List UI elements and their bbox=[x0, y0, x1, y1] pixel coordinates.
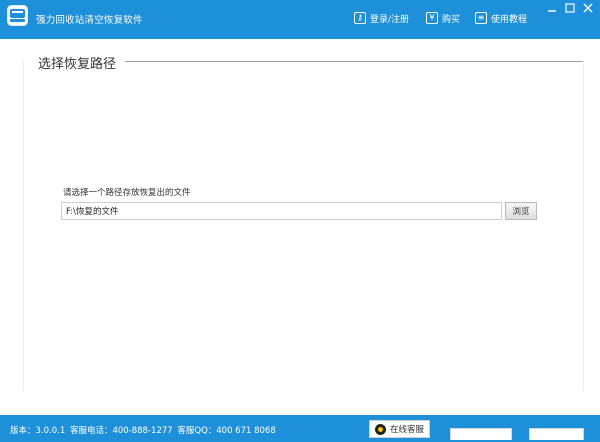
maximize-icon bbox=[565, 3, 575, 13]
tutorial-link[interactable]: ≡ 使用教程 bbox=[475, 11, 527, 25]
title-bar: 强力回收站清空恢复软件 ⚷ 登录/注册 ¥ 购买 ≡ 使用教程 bbox=[0, 0, 600, 39]
online-service-button[interactable]: 在线客服 bbox=[369, 420, 430, 438]
minimize-button[interactable] bbox=[545, 1, 559, 15]
section-title: 选择恢复路径 bbox=[38, 57, 117, 72]
path-label: 请选择一个路径存放恢复出的文件 bbox=[63, 188, 191, 198]
online-service-label: 在线客服 bbox=[389, 425, 424, 435]
buy-link[interactable]: ¥ 购买 bbox=[426, 11, 460, 25]
panel-left-border bbox=[23, 61, 24, 391]
qq-penguin-icon bbox=[374, 423, 386, 435]
app-logo-icon bbox=[7, 5, 28, 26]
yen-icon: ¥ bbox=[426, 12, 438, 24]
recovery-path-input[interactable] bbox=[61, 202, 502, 220]
buy-label: 购买 bbox=[442, 14, 461, 25]
footer-button-placeholder[interactable] bbox=[529, 428, 584, 440]
app-title: 强力回收站清空恢复软件 bbox=[36, 15, 143, 26]
section-divider bbox=[125, 61, 583, 62]
footer-button-placeholder[interactable] bbox=[450, 428, 512, 440]
qq-text: 客服QQ：400 671 8068 bbox=[177, 426, 276, 436]
panel-right-border bbox=[583, 61, 584, 391]
phone-text: 客服电话：400-888-1277 bbox=[69, 426, 173, 436]
close-button[interactable] bbox=[581, 1, 595, 15]
browse-button[interactable]: 浏览 bbox=[505, 202, 537, 220]
document-icon: ≡ bbox=[475, 12, 487, 24]
minimize-icon bbox=[548, 10, 556, 12]
close-icon bbox=[583, 3, 593, 13]
footer-info: 版本：3.0.0.1 客服电话：400-888-1277 客服QQ：400 67… bbox=[10, 424, 278, 436]
tutorial-label: 使用教程 bbox=[491, 14, 528, 25]
key-icon: ⚷ bbox=[354, 12, 366, 24]
login-register-label: 登录/注册 bbox=[370, 14, 410, 25]
login-register-link[interactable]: ⚷ 登录/注册 bbox=[354, 11, 409, 25]
maximize-button[interactable] bbox=[563, 1, 577, 15]
version-text: 版本：3.0.0.1 bbox=[10, 426, 66, 436]
